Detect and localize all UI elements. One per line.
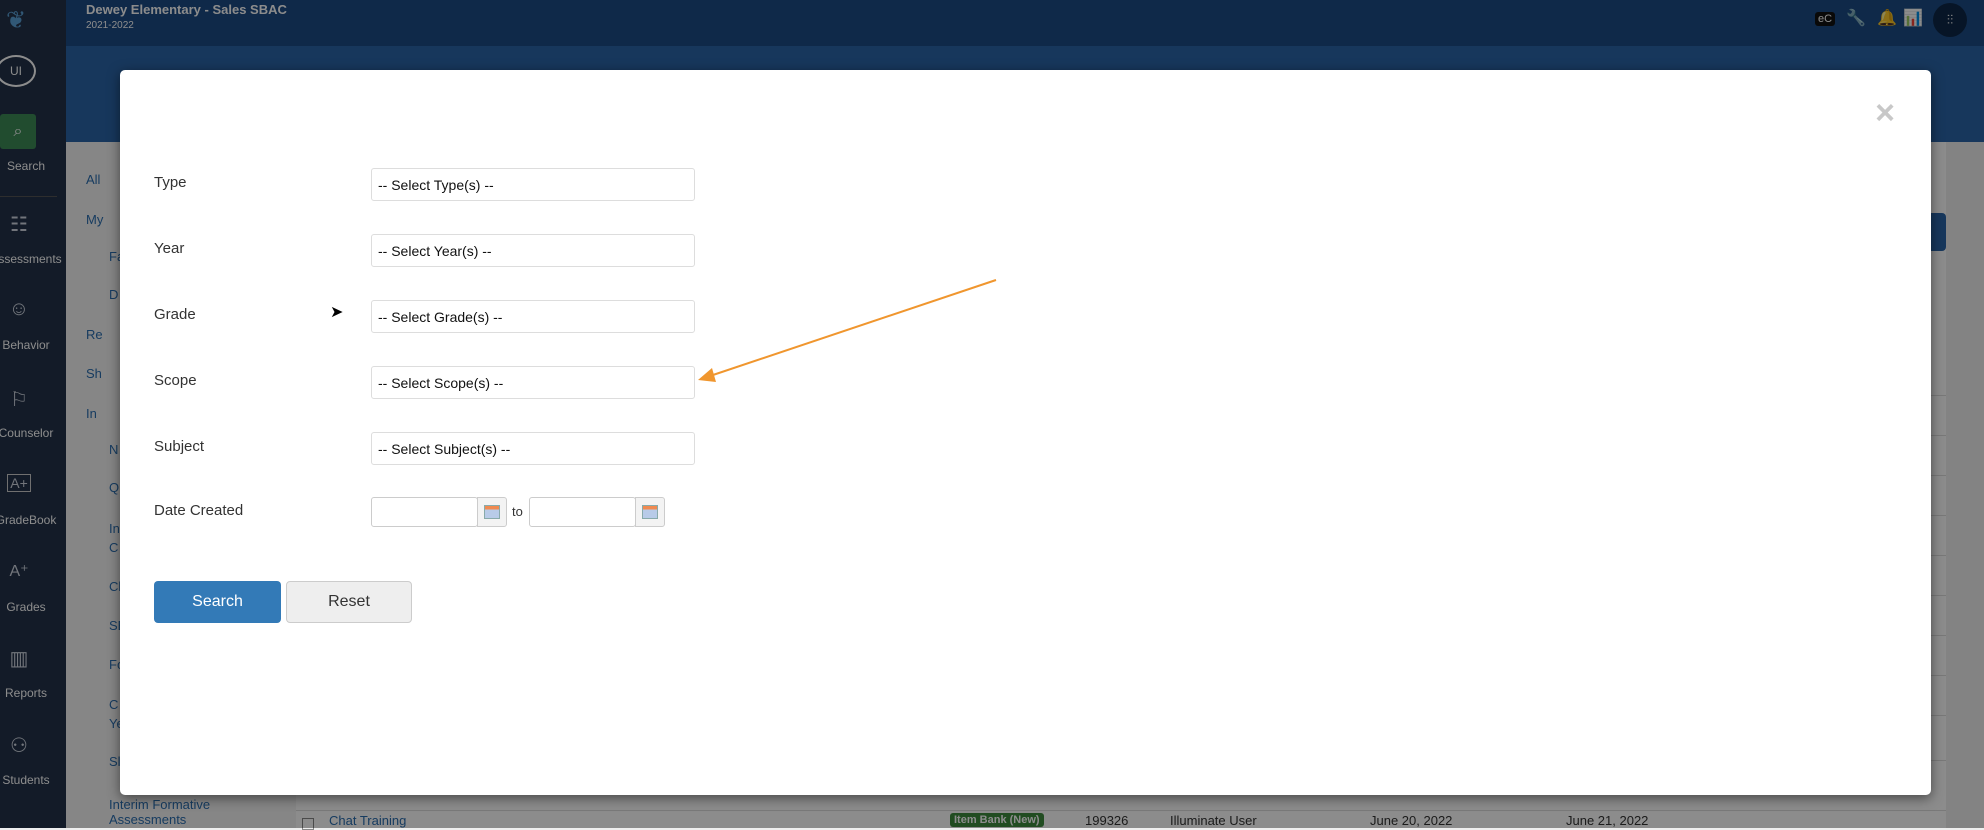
annotation-arrow-icon xyxy=(698,279,997,382)
grade-label: Grade xyxy=(154,306,196,323)
type-label: Type xyxy=(154,174,187,191)
calendar-icon[interactable] xyxy=(477,497,507,527)
subject-select[interactable]: -- Select Subject(s) -- xyxy=(371,432,695,465)
year-label: Year xyxy=(154,240,185,257)
grade-select[interactable]: -- Select Grade(s) -- xyxy=(371,300,695,333)
date-to-label: to xyxy=(512,504,523,519)
date-created-label: Date Created xyxy=(154,502,244,519)
date-to-input[interactable] xyxy=(529,497,636,527)
reset-button[interactable]: Reset xyxy=(286,581,412,623)
calendar-icon[interactable] xyxy=(635,497,665,527)
close-icon[interactable]: × xyxy=(1875,96,1895,130)
scope-label: Scope xyxy=(154,372,197,389)
search-button[interactable]: Search xyxy=(154,581,281,623)
date-from-input[interactable] xyxy=(371,497,478,527)
search-modal: × Type -- Select Type(s) -- Year -- Sele… xyxy=(120,70,1931,795)
scope-select[interactable]: -- Select Scope(s) -- xyxy=(371,366,695,399)
type-select[interactable]: -- Select Type(s) -- xyxy=(371,168,695,201)
year-select[interactable]: -- Select Year(s) -- xyxy=(371,234,695,267)
subject-label: Subject xyxy=(154,438,205,455)
mouse-cursor-icon: ➤ xyxy=(330,304,344,321)
